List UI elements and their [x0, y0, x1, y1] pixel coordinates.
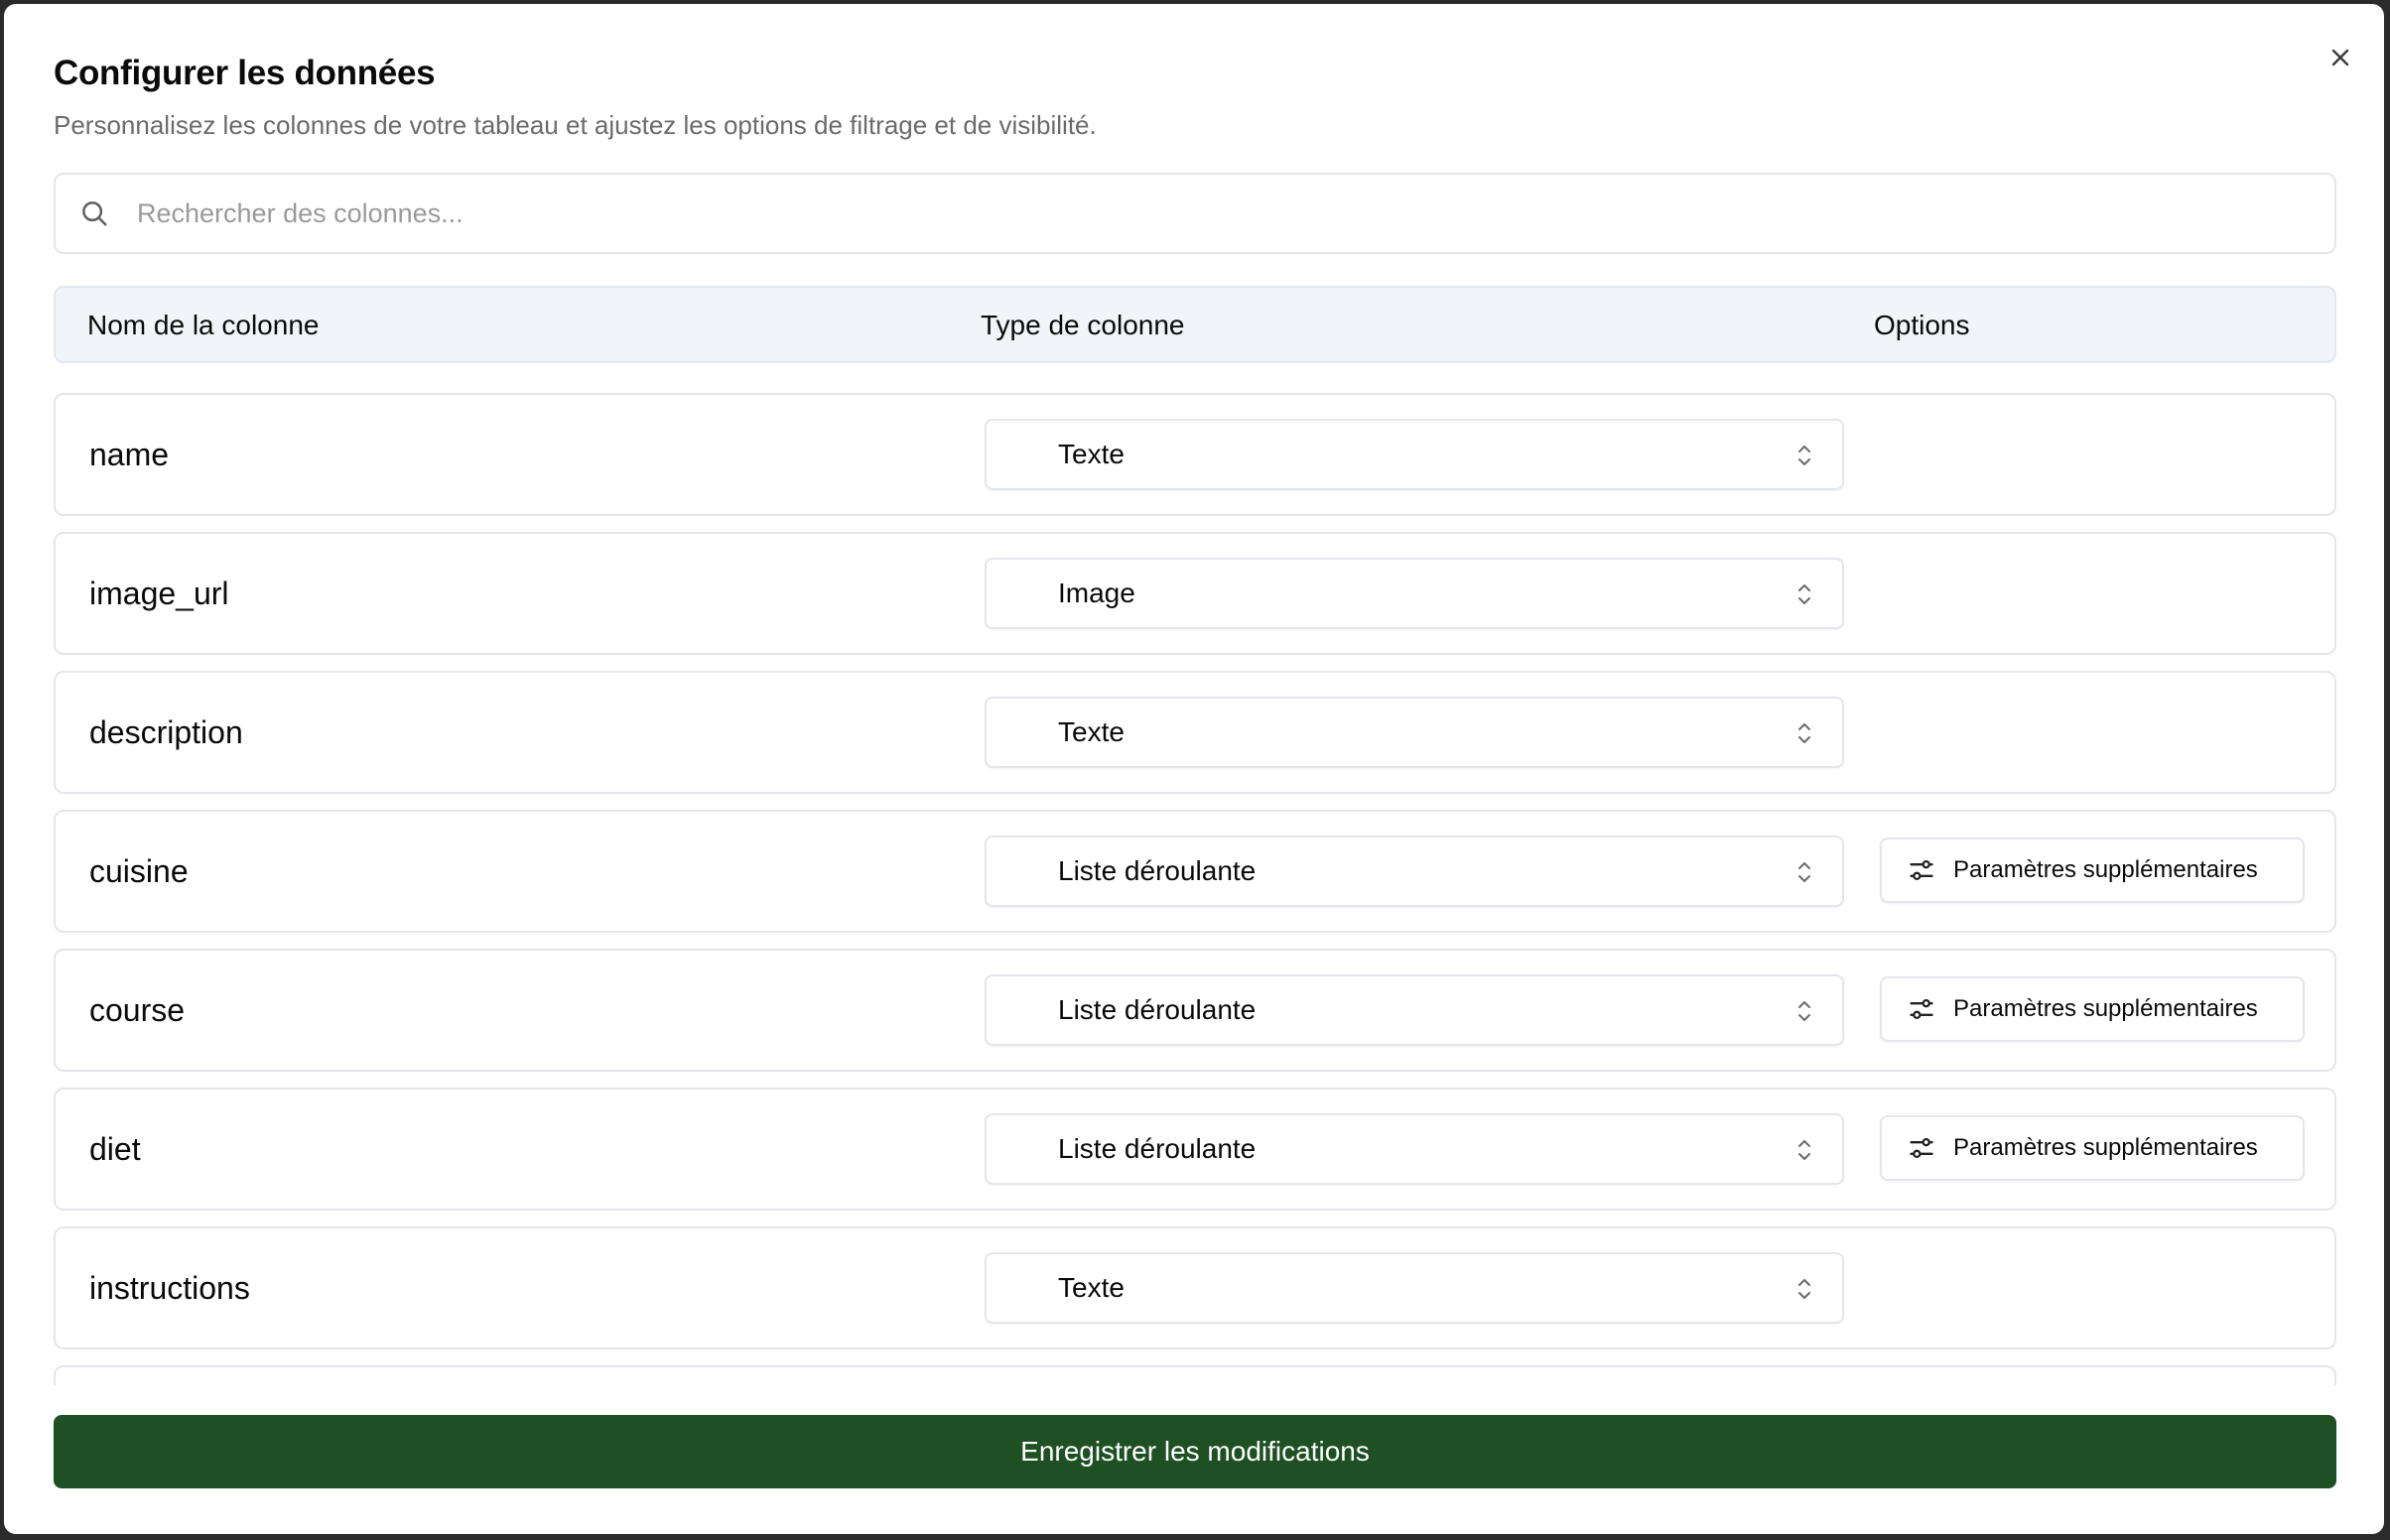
- column-type-select[interactable]: Texte: [985, 697, 1844, 768]
- chevron-up-down-icon: [1798, 862, 1810, 882]
- column-type-value: Liste déroulante: [1058, 855, 1257, 886]
- column-type-value: Texte: [1058, 1272, 1125, 1303]
- header-column-name: Nom de la colonne: [87, 310, 320, 340]
- table-row: image_url Image: [54, 532, 2336, 655]
- column-name: diet: [89, 1131, 141, 1167]
- chevron-up-down-icon: [1798, 584, 1810, 604]
- table-row: course Liste déroulante Paramètres supplém…: [54, 949, 2336, 1072]
- column-type-select[interactable]: Liste déroulante: [985, 1113, 1844, 1185]
- save-changes-button[interactable]: Enregistrer les modifications: [54, 1415, 2336, 1488]
- sliders-icon: [1908, 995, 1935, 1023]
- chevron-up-down-icon: [1798, 723, 1810, 743]
- sliders-icon: [1908, 1134, 1935, 1162]
- column-name: course: [89, 992, 186, 1028]
- column-type-select[interactable]: Liste déroulante: [985, 835, 1844, 907]
- column-type-value: Liste déroulante: [1058, 994, 1257, 1025]
- close-button[interactable]: [2324, 42, 2356, 73]
- close-icon: [2331, 49, 2349, 66]
- dialog-subtitle: Personnalisez les colonnes de votre tabl…: [54, 110, 1097, 140]
- table-row: description Texte: [54, 671, 2336, 794]
- column-type-select[interactable]: Liste déroulante: [985, 974, 1844, 1046]
- chevron-up-down-icon: [1798, 1140, 1810, 1160]
- column-type-select[interactable]: Texte: [985, 1252, 1844, 1324]
- configure-data-dialog: Configurer les données Personnalisez les…: [4, 4, 2384, 1534]
- table-row: cuisine Liste déroulante Paramètres supplé…: [54, 810, 2336, 933]
- column-name: cuisine: [89, 853, 189, 889]
- chevron-up-down-icon: [1798, 446, 1810, 465]
- sliders-icon: [1908, 856, 1935, 884]
- columns-list[interactable]: name Texte image_url Image description Texte c…: [54, 393, 2346, 1385]
- chevron-up-down-icon: [1798, 1001, 1810, 1021]
- table-row-partial: [54, 1365, 2336, 1385]
- column-type-value: Texte: [1058, 716, 1125, 747]
- column-type-select[interactable]: Image: [985, 558, 1844, 629]
- table-row: instructions Texte: [54, 1226, 2336, 1349]
- additional-settings-label: Paramètres supplémentaires: [1953, 856, 2258, 883]
- column-name: image_url: [89, 576, 229, 611]
- table-row: name Texte: [54, 393, 2336, 516]
- column-name: name: [89, 437, 170, 472]
- search-icon: [79, 196, 113, 230]
- chevron-up-down-icon: [1798, 1279, 1810, 1299]
- table-header: Nom de la colonne Type de colonne Option…: [54, 286, 2336, 363]
- column-name: description: [89, 714, 243, 750]
- column-type-value: Texte: [1058, 439, 1125, 469]
- dialog-title: Configurer les données: [54, 54, 436, 92]
- column-type-value: Image: [1058, 578, 1135, 608]
- header-options: Options: [1874, 310, 1970, 340]
- search-input[interactable]: [135, 196, 2303, 230]
- header-column-type: Type de colonne: [981, 310, 1185, 340]
- table-row: diet Liste déroulante Paramètres supplémen…: [54, 1088, 2336, 1211]
- additional-settings-button[interactable]: Paramètres supplémentaires: [1880, 976, 2305, 1042]
- additional-settings-label: Paramètres supplémentaires: [1953, 995, 2258, 1022]
- search-box: [54, 173, 2336, 254]
- additional-settings-button[interactable]: Paramètres supplémentaires: [1880, 1115, 2305, 1181]
- column-name: instructions: [89, 1270, 250, 1306]
- additional-settings-button[interactable]: Paramètres supplémentaires: [1880, 837, 2305, 903]
- additional-settings-label: Paramètres supplémentaires: [1953, 1134, 2258, 1161]
- column-type-value: Liste déroulante: [1058, 1133, 1257, 1164]
- column-type-select[interactable]: Texte: [985, 419, 1844, 490]
